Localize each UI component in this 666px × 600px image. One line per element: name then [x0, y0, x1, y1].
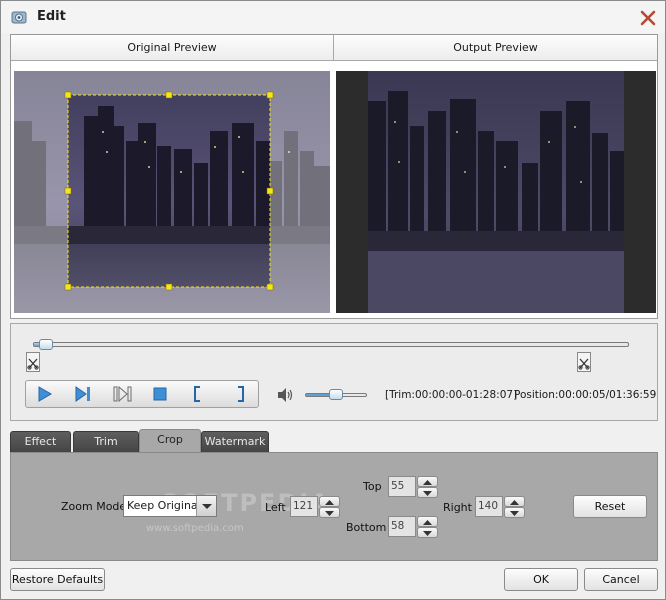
ok-button[interactable]: OK [504, 568, 578, 591]
app-icon [11, 11, 27, 24]
preview-area: Original Preview Output Preview [10, 34, 658, 319]
bottom-decrement[interactable] [417, 527, 438, 538]
bottom-increment[interactable] [417, 516, 438, 527]
tab-watermark[interactable]: Watermark [201, 431, 269, 452]
top-label: Top [363, 480, 382, 493]
timeline-slider[interactable] [33, 339, 629, 350]
left-spinner[interactable]: 121 [290, 496, 340, 518]
city-skyline-cropped-image [336, 71, 656, 313]
volume-slider[interactable] [305, 389, 367, 400]
bottom-label: Bottom [346, 521, 387, 534]
reset-button[interactable]: Reset [573, 495, 647, 518]
arrow-up-icon [423, 520, 432, 525]
chevron-down-icon [202, 504, 212, 509]
tab-crop[interactable]: Crop [139, 429, 201, 453]
arrow-up-icon [510, 500, 519, 505]
softpedia-watermark-url: www.softpedia.com [146, 523, 244, 534]
top-input[interactable]: 55 [388, 476, 416, 497]
zoom-mode-value: Keep Original [127, 499, 201, 512]
arrow-up-icon [423, 480, 432, 485]
restore-defaults-button[interactable]: Restore Defaults [10, 568, 105, 591]
set-end-icon[interactable] [227, 384, 253, 404]
stop-icon[interactable] [147, 384, 173, 404]
left-label: Left [265, 501, 286, 514]
trim-range-text: [Trim:00:00:00-01:28:07] [385, 389, 518, 401]
next-frame-icon[interactable] [69, 384, 95, 404]
window-title: Edit [37, 9, 66, 24]
right-input[interactable]: 140 [475, 496, 503, 517]
playback-controls [25, 380, 259, 408]
zoom-mode-label: Zoom Mode [61, 500, 127, 513]
bottom-spinner[interactable]: 58 [388, 516, 438, 538]
volume-handle[interactable] [329, 389, 343, 400]
set-start-icon[interactable] [185, 384, 211, 404]
arrow-down-icon [325, 511, 334, 516]
output-preview-header: Output Preview [334, 35, 657, 61]
position-text: Position:00:00:05/01:36:59 [514, 389, 657, 401]
city-skyline-image [14, 71, 330, 313]
close-icon[interactable] [637, 7, 659, 29]
output-preview-image [336, 71, 656, 313]
timeline-panel: [Trim:00:00:00-01:28:07] Position:00:00:… [10, 323, 658, 421]
zoom-mode-select[interactable]: Keep Original [123, 495, 217, 517]
trim-end-marker-icon[interactable] [577, 352, 591, 372]
bottom-input[interactable]: 58 [388, 516, 416, 537]
title-bar: Edit [1, 1, 665, 33]
original-preview-image [14, 71, 330, 313]
last-frame-icon[interactable] [109, 384, 135, 404]
right-decrement[interactable] [504, 507, 525, 518]
timeline-handle[interactable] [39, 339, 54, 350]
left-input[interactable]: 121 [290, 496, 318, 517]
arrow-down-icon [423, 531, 432, 536]
tab-effect[interactable]: Effect [10, 431, 71, 452]
arrow-down-icon [423, 491, 432, 496]
cancel-button[interactable]: Cancel [584, 568, 658, 591]
left-increment[interactable] [319, 496, 340, 507]
arrow-down-icon [510, 511, 519, 516]
arrow-up-icon [325, 500, 334, 505]
right-increment[interactable] [504, 496, 525, 507]
left-decrement[interactable] [319, 507, 340, 518]
top-decrement[interactable] [417, 487, 438, 498]
edit-dialog: Edit Original Preview Output Preview [Tr… [0, 0, 666, 600]
top-increment[interactable] [417, 476, 438, 487]
volume-icon[interactable] [276, 387, 294, 403]
original-preview-header: Original Preview [11, 35, 334, 61]
right-spinner[interactable]: 140 [475, 496, 525, 518]
right-label: Right [443, 501, 472, 514]
play-icon[interactable] [31, 384, 57, 404]
dropdown-arrow[interactable] [196, 496, 216, 516]
tab-trim[interactable]: Trim [73, 431, 139, 452]
top-spinner[interactable]: 55 [388, 476, 438, 498]
crop-panel: SOFTPEDIA www.softpedia.com Zoom Mode Ke… [10, 452, 658, 561]
trim-start-marker-icon[interactable] [26, 352, 40, 372]
